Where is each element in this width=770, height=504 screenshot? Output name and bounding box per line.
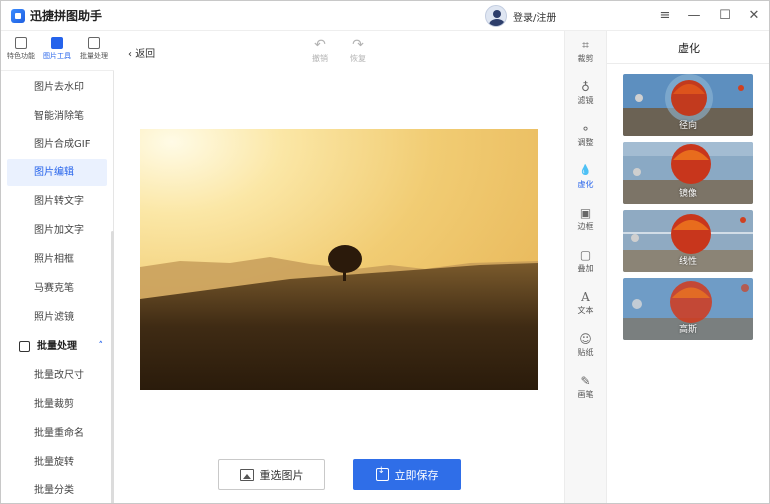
close-icon[interactable]: ✕ — [745, 7, 763, 25]
menu-item-batch-rotate[interactable]: 批量旋转 — [7, 449, 107, 476]
batch-section-icon — [19, 341, 30, 352]
redo-label: 恢复 — [350, 54, 366, 63]
menu-item-batch-rename[interactable]: 批量重命名 — [7, 420, 107, 447]
menu-item-photo-filter[interactable]: 照片滤镜 — [7, 304, 107, 331]
tool-filter[interactable]: ♁ 滤镜 — [565, 79, 606, 106]
menu-item-image-edit[interactable]: 图片编辑 — [7, 159, 107, 186]
tab-special-features[interactable]: 特色功能 — [3, 37, 39, 61]
tool-tabs: 特色功能 图片工具 批量处理 — [1, 31, 114, 71]
blur-drop-icon: 💧 — [579, 165, 592, 176]
border-icon: ▣ — [579, 206, 592, 220]
tool-border[interactable]: ▣ 边框 — [565, 205, 606, 232]
tab-image-tools[interactable]: 图片工具 — [39, 37, 75, 61]
tool-brush[interactable]: ✎ 画笔 — [565, 373, 606, 400]
menu-icon[interactable]: ≡ — [656, 7, 674, 25]
tool-label: 调整 — [577, 138, 594, 147]
back-label: 返回 — [135, 49, 156, 60]
title-bar: 迅捷拼图助手 登录/注册 ≡ — ☐ ✕ — [1, 1, 769, 31]
panel-title: 虚化 — [678, 42, 700, 55]
menu-item-add-text[interactable]: 图片加文字 — [7, 217, 107, 244]
tool-label: 叠加 — [577, 264, 594, 273]
tool-label: 虚化 — [577, 180, 594, 189]
tab-label: 特色功能 — [7, 52, 35, 60]
undo-icon: ↶ — [314, 37, 326, 53]
app-title: 迅捷拼图助手 — [30, 9, 103, 23]
left-menu: 图片去水印 智能消除笔 图片合成GIF 图片编辑 图片转文字 图片加文字 照片相… — [1, 71, 114, 503]
download-icon — [375, 466, 389, 481]
blur-option-mirror[interactable]: 镜像 — [623, 142, 753, 204]
option-label: 高斯 — [678, 325, 697, 335]
menu-item-image-to-text[interactable]: 图片转文字 — [7, 188, 107, 215]
tool-adjust[interactable]: ⚬ 调整 — [565, 121, 606, 148]
save-now-button[interactable]: 立即保存 — [353, 459, 461, 490]
menu-item-batch-crop[interactable]: 批量裁剪 — [7, 391, 107, 418]
overlay-icon: ▢ — [579, 248, 592, 262]
option-label: 径向 — [678, 121, 697, 131]
tool-text[interactable]: A 文本 — [565, 289, 606, 316]
save-label: 立即保存 — [394, 468, 439, 482]
batch-icon — [88, 37, 100, 49]
tool-label: 贴纸 — [577, 348, 594, 357]
app-window: 迅捷拼图助手 登录/注册 ≡ — ☐ ✕ 特色功能 图片工具 批量处理 图片去水… — [0, 0, 770, 504]
tab-label: 图片工具 — [43, 52, 71, 60]
menu-item-remove-watermark[interactable]: 图片去水印 — [7, 74, 107, 101]
blur-option-radial[interactable]: 径向 — [623, 74, 753, 136]
image-tool-icon — [51, 37, 63, 49]
tool-label: 裁剪 — [577, 54, 594, 63]
tool-column: ⌗ 裁剪 ♁ 滤镜 ⚬ 调整 💧 虚化 ▣ 边框 ▢ 叠加 A 文本 ☺ 贴纸 — [564, 31, 607, 503]
filter-icon: ♁ — [581, 80, 590, 94]
menu-item-gif[interactable]: 图片合成GIF — [7, 131, 107, 158]
menu-item-batch-resize[interactable]: 批量改尺寸 — [7, 362, 107, 389]
avatar-icon — [485, 5, 507, 27]
adjust-icon: ⚬ — [580, 122, 591, 136]
tool-label: 滤镜 — [577, 96, 594, 105]
redo-button[interactable]: ↷ 恢复 — [344, 37, 372, 64]
tool-label: 文本 — [577, 306, 594, 315]
option-label: 镜像 — [678, 189, 697, 199]
login-label: 登录/注册 — [513, 12, 557, 24]
login-button[interactable]: 登录/注册 — [485, 4, 556, 28]
app-logo-icon — [11, 9, 25, 23]
blur-panel: 虚化 径向 镜像 线性 高斯 — [607, 31, 769, 503]
grid-icon — [15, 37, 27, 49]
panel-divider — [607, 63, 769, 64]
redo-icon: ↷ — [352, 37, 364, 53]
tool-crop[interactable]: ⌗ 裁剪 — [565, 37, 606, 64]
minimize-icon[interactable]: — — [685, 7, 703, 25]
blur-option-linear[interactable]: 线性 — [623, 210, 753, 272]
tab-label: 批量处理 — [80, 52, 108, 60]
menu-item-batch-classify[interactable]: 批量分类 — [7, 477, 107, 503]
menu-item-photo-frame[interactable]: 照片相框 — [7, 246, 107, 273]
tool-blur[interactable]: 💧 虚化 — [565, 163, 606, 190]
blur-option-gaussian[interactable]: 高斯 — [623, 278, 753, 340]
tool-sticker[interactable]: ☺ 贴纸 — [565, 331, 606, 358]
editor-area: ‹ 返回 ↶ 撤销 ↷ 恢复 重选图片 ↓ 立即保存 — [114, 31, 564, 503]
undo-label: 撤销 — [312, 54, 328, 63]
section-label: 批量处理 — [37, 341, 77, 352]
reselect-label: 重选图片 — [259, 468, 304, 482]
tool-label: 画笔 — [577, 390, 594, 399]
option-label: 线性 — [678, 257, 697, 267]
sticker-icon: ☺ — [579, 332, 592, 346]
undo-button[interactable]: ↶ 撤销 — [306, 37, 334, 64]
menu-section-batch[interactable]: 批量处理 ˄ — [7, 333, 107, 360]
back-button[interactable]: ‹ 返回 — [128, 45, 155, 60]
reselect-image-button[interactable]: 重选图片 — [218, 459, 325, 490]
edited-photo — [140, 129, 538, 390]
menu-item-mosaic[interactable]: 马赛克笔 — [7, 275, 107, 302]
image-icon — [239, 468, 254, 481]
tool-label: 边框 — [577, 222, 594, 231]
crop-icon: ⌗ — [582, 38, 589, 52]
chevron-up-icon: ˄ — [98, 341, 104, 351]
maximize-icon[interactable]: ☐ — [716, 7, 734, 25]
tool-overlay[interactable]: ▢ 叠加 — [565, 247, 606, 274]
brush-icon: ✎ — [580, 374, 591, 388]
menu-item-smart-eraser[interactable]: 智能消除笔 — [7, 103, 107, 130]
tab-batch[interactable]: 批量处理 — [76, 37, 112, 61]
text-icon: A — [581, 290, 590, 304]
